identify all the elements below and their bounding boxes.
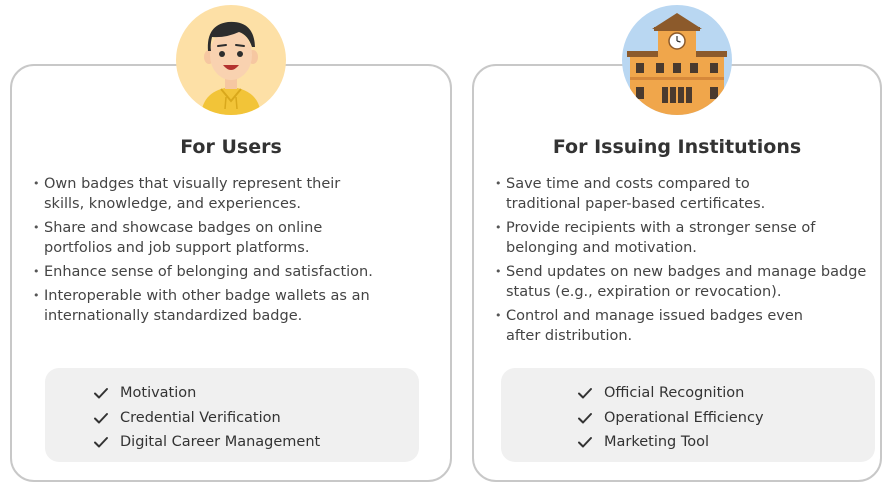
- users-bullet-1: Own badges that visually represent their…: [33, 174, 384, 214]
- institutions-bullet-list: Save time and costs compared to traditio…: [495, 174, 866, 350]
- users-card: For Users Own badges that visually repre…: [10, 64, 452, 482]
- institutions-benefit-label: Operational Efficiency: [604, 409, 764, 426]
- users-benefit-item: Credential Verification: [93, 406, 320, 431]
- users-benefit-item: Digital Career Management: [93, 430, 320, 455]
- institutions-bullet-3: Send updates on new badges and manage ba…: [495, 262, 887, 302]
- institutions-benefit-item: Operational Efficiency: [577, 406, 764, 431]
- users-bullet-3: Enhance sense of belonging and satisfact…: [33, 262, 436, 282]
- users-bullet-list: Own badges that visually represent their…: [33, 174, 436, 330]
- institutions-title: For Issuing Institutions: [552, 136, 802, 158]
- users-bullet-2: Share and showcase badges on online port…: [33, 218, 364, 258]
- institutions-benefit-item: Official Recognition: [577, 381, 764, 406]
- institutions-benefit-label: Official Recognition: [604, 385, 745, 401]
- users-benefit-item: Motivation: [93, 381, 320, 406]
- check-icon: [578, 412, 592, 424]
- users-title: For Users: [180, 136, 282, 158]
- users-benefit-label: Credential Verification: [120, 409, 281, 426]
- check-icon: [94, 388, 108, 399]
- users-bullet-4: Interoperable with other badge wallets a…: [33, 286, 424, 326]
- institutions-benefit-item: Marketing Tool: [577, 430, 764, 455]
- institutions-benefits-box: Official Recognition Operational Efficie…: [501, 368, 875, 462]
- user-avatar-icon: [176, 5, 286, 115]
- institutions-card: For Issuing Institutions Save time and c…: [472, 64, 882, 482]
- institutions-benefit-label: Marketing Tool: [604, 434, 710, 450]
- institutions-bullet-1: Save time and costs compared to traditio…: [495, 174, 806, 214]
- users-benefit-label: Digital Career Management: [120, 434, 321, 450]
- check-icon: [578, 388, 592, 399]
- school-building-icon: [622, 5, 732, 115]
- institutions-bullet-2: Provide recipients with a stronger sense…: [495, 218, 826, 258]
- users-benefits-box: Motivation Credential Verification Digit…: [45, 368, 419, 462]
- users-benefit-label: Motivation: [120, 385, 197, 401]
- check-icon: [94, 437, 108, 448]
- institutions-bullet-4: Control and manage issued badges even af…: [495, 306, 836, 346]
- check-icon: [94, 412, 108, 424]
- check-icon: [578, 437, 592, 448]
